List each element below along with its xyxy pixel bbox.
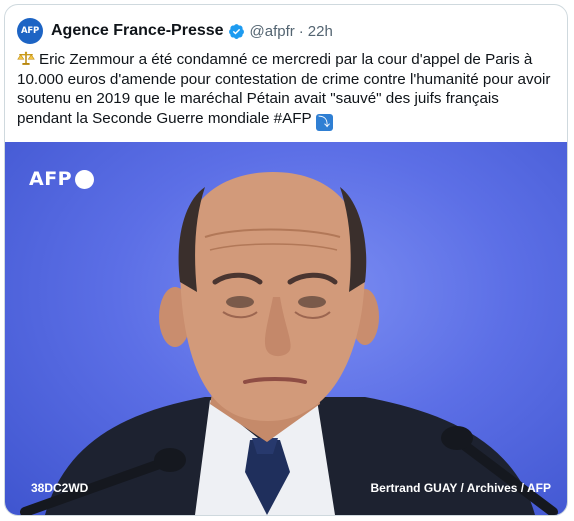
- account-handle[interactable]: @afpfr: [250, 23, 295, 40]
- timestamp[interactable]: 22h: [308, 23, 333, 40]
- verified-badge-icon: [228, 23, 244, 39]
- tweet-body: Eric Zemmour a été condamné ce mercredi …: [17, 51, 551, 127]
- afp-logo: AFP: [29, 168, 95, 190]
- photo-id: 38DC2WD: [31, 481, 89, 495]
- afp-logo-text: AFP: [29, 168, 73, 190]
- balance-scale-icon: [17, 51, 35, 65]
- tweet-photo[interactable]: AFP 38DC2WD Bertrand GUAY / Archives / A…: [5, 142, 567, 515]
- tweet-card[interactable]: AFP Agence France-Presse @afpfr · 22h Er…: [4, 4, 568, 516]
- afp-logo-circle-icon: [75, 169, 95, 189]
- portrait-image: [20, 172, 558, 515]
- account-name[interactable]: Agence France-Presse: [51, 22, 224, 40]
- avatar[interactable]: AFP: [17, 18, 43, 44]
- tweet-header: AFP Agence France-Presse @afpfr · 22h: [17, 16, 333, 46]
- separator-dot: ·: [298, 22, 304, 40]
- right-arrow-curving-down-icon: ⤵: [315, 113, 333, 131]
- tweet-text: Eric Zemmour a été condamné ce mercredi …: [17, 50, 557, 131]
- photo-credit: Bertrand GUAY / Archives / AFP: [370, 481, 551, 495]
